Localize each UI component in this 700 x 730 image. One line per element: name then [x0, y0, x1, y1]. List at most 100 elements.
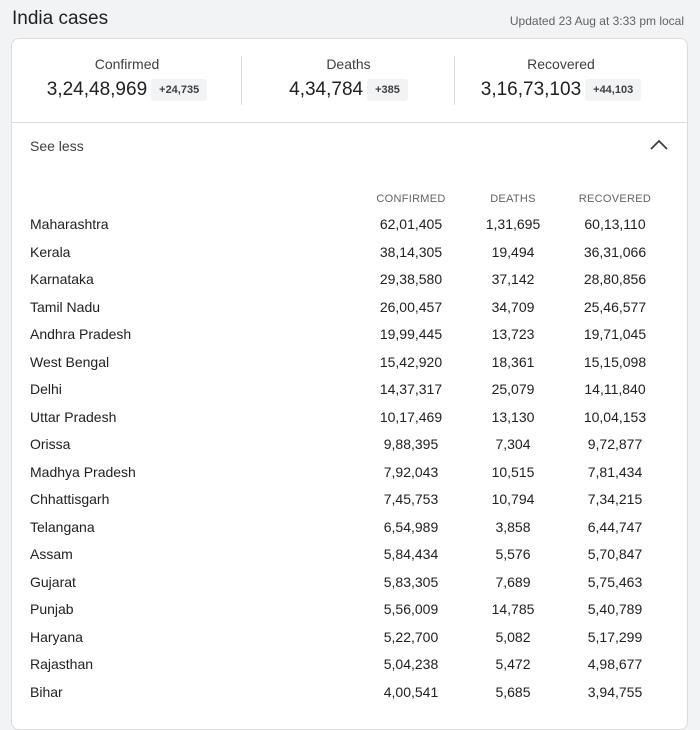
table-row: Chhattisgarh 7,45,753 10,794 7,34,215 [12, 486, 687, 514]
deaths-value: 13,130 [491, 408, 535, 425]
table-row: Karnataka 29,38,580 37,142 28,80,856 [12, 266, 687, 294]
table-row: Uttar Pradesh 10,17,469 13,130 10,04,153 [12, 404, 687, 432]
confirmed-value: 26,00,457 [379, 298, 443, 315]
state-name: Rajasthan [30, 656, 94, 672]
chevron-up-icon[interactable] [649, 137, 669, 153]
recovered-value: 28,80,856 [583, 271, 647, 287]
recovered-value: 15,15,098 [583, 353, 647, 370]
deaths-value: 5,472 [495, 656, 531, 672]
state-name: Kerala [30, 243, 71, 260]
confirmed-value: 7,45,753 [383, 491, 439, 507]
table-row: Maharashtra 62,01,405 1,31,695 60,13,110 [12, 211, 687, 239]
column-header-confirmed: CONFIRMED [376, 193, 446, 205]
confirmed-value: 19,99,445 [379, 326, 443, 342]
stat-confirmed: Confirmed 3,24,48,969 +24,735 [12, 39, 242, 122]
state-name: Andhra Pradesh [30, 326, 132, 342]
confirmed-value: 6,54,989 [383, 518, 439, 535]
deaths-value: 34,709 [491, 298, 535, 315]
state-name: Madhya Pradesh [30, 463, 136, 480]
confirmed-value: 5,83,305 [383, 573, 439, 590]
deaths-value: 19,494 [491, 243, 535, 260]
recovered-value: 9,72,877 [587, 436, 643, 452]
table-row: Gujarat 5,83,305 7,689 5,75,463 [12, 569, 687, 597]
confirmed-value: 29,38,580 [379, 271, 443, 287]
table-row: West Bengal 15,42,920 18,361 15,15,098 [12, 349, 687, 377]
deaths-value: 18,361 [491, 353, 535, 370]
table-row: Bihar 4,00,541 5,685 3,94,755 [12, 679, 687, 707]
table-row: Madhya Pradesh 7,92,043 10,515 7,81,434 [12, 459, 687, 487]
state-name: Chhattisgarh [30, 491, 110, 507]
stat-recovered-value: 3,16,73,103 [480, 79, 582, 100]
column-header-recovered: RECOVERED [578, 193, 652, 205]
column-header-deaths: DEATHS [490, 193, 536, 205]
deaths-value: 5,576 [495, 546, 531, 562]
state-name: Assam [30, 546, 73, 562]
confirmed-value: 14,37,317 [379, 381, 443, 397]
updated-timestamp: Updated 23 Aug at 3:33 pm local [509, 14, 684, 28]
deaths-value: 1,31,695 [485, 216, 541, 232]
table-row: Telangana 6,54,989 3,858 6,44,747 [12, 514, 687, 542]
table-row: Andhra Pradesh 19,99,445 13,723 19,71,045 [12, 321, 687, 349]
confirmed-value: 38,14,305 [379, 243, 443, 260]
deaths-value: 25,079 [491, 381, 535, 397]
confirmed-value: 9,88,395 [383, 436, 439, 452]
recovered-value: 7,81,434 [587, 463, 643, 480]
recovered-value: 14,11,840 [584, 381, 646, 397]
state-name: Maharashtra [30, 216, 109, 232]
deaths-value: 10,515 [491, 463, 535, 480]
recovered-value: 5,70,847 [587, 546, 643, 562]
deaths-value: 10,794 [491, 491, 535, 507]
stat-deaths-label: Deaths [326, 56, 371, 72]
state-name: Haryana [30, 628, 83, 645]
deaths-value: 5,685 [495, 683, 531, 700]
confirmed-value: 4,00,541 [383, 683, 439, 700]
recovered-value: 5,17,299 [587, 628, 643, 645]
summary-stats: Confirmed 3,24,48,969 +24,735 Deaths 4,34… [12, 39, 687, 123]
confirmed-value: 62,01,405 [379, 216, 443, 232]
recovered-value: 3,94,755 [587, 683, 643, 700]
page-title: India cases [12, 8, 109, 29]
table-row: Tamil Nadu 26,00,457 34,709 25,46,577 [12, 294, 687, 322]
recovered-value: 60,13,110 [584, 216, 646, 232]
stat-recovered: Recovered 3,16,73,103 +44,103 [455, 39, 667, 122]
confirmed-value: 15,42,920 [379, 353, 443, 370]
deaths-value: 7,689 [495, 573, 531, 590]
stat-deaths-value: 4,34,784 [289, 79, 364, 100]
recovered-value: 7,34,215 [587, 491, 643, 507]
table-row: Rajasthan 5,04,238 5,472 4,98,677 [12, 651, 687, 679]
see-less-toggle[interactable]: See less [12, 123, 687, 169]
recovered-value: 10,04,153 [583, 408, 647, 425]
stat-confirmed-value: 3,24,48,969 [46, 79, 148, 100]
table-row: Delhi 14,37,317 25,079 14,11,840 [12, 376, 687, 404]
state-name: Delhi [30, 381, 62, 397]
deaths-value: 7,304 [495, 436, 531, 452]
confirmed-value: 10,17,469 [379, 408, 443, 425]
confirmed-value: 5,22,700 [383, 628, 439, 645]
stat-deaths: Deaths 4,34,784 +385 [242, 39, 455, 122]
deaths-value: 37,142 [491, 271, 535, 287]
recovered-value: 36,31,066 [583, 243, 647, 260]
table-row: Orissa 9,88,395 7,304 9,72,877 [12, 431, 687, 459]
state-name: Gujarat [30, 573, 76, 590]
stat-confirmed-delta: +24,735 [151, 79, 208, 101]
recovered-value: 4,98,677 [587, 656, 643, 672]
table-header: CONFIRMED DEATHS RECOVERED [12, 189, 687, 209]
stat-recovered-delta: +44,103 [585, 79, 642, 101]
state-name: Orissa [30, 436, 71, 452]
recovered-value: 19,71,045 [583, 326, 647, 342]
table-row: Punjab 5,56,009 14,785 5,40,789 [12, 596, 687, 624]
stat-deaths-delta: +385 [367, 79, 408, 101]
recovered-value: 6,44,747 [587, 518, 643, 535]
state-name: West Bengal [30, 353, 110, 370]
stat-recovered-label: Recovered [527, 56, 595, 72]
table-row: Haryana 5,22,700 5,082 5,17,299 [12, 624, 687, 652]
state-name: Karnataka [30, 271, 94, 287]
see-less-label: See less [30, 138, 84, 154]
recovered-value: 5,75,463 [587, 573, 643, 590]
state-name: Uttar Pradesh [30, 408, 117, 425]
state-name: Bihar [30, 683, 63, 700]
deaths-value: 3,858 [495, 518, 531, 535]
header: India cases Updated 23 Aug at 3:33 pm lo… [12, 0, 688, 38]
stat-confirmed-label: Confirmed [94, 56, 160, 72]
deaths-value: 14,785 [491, 601, 535, 617]
